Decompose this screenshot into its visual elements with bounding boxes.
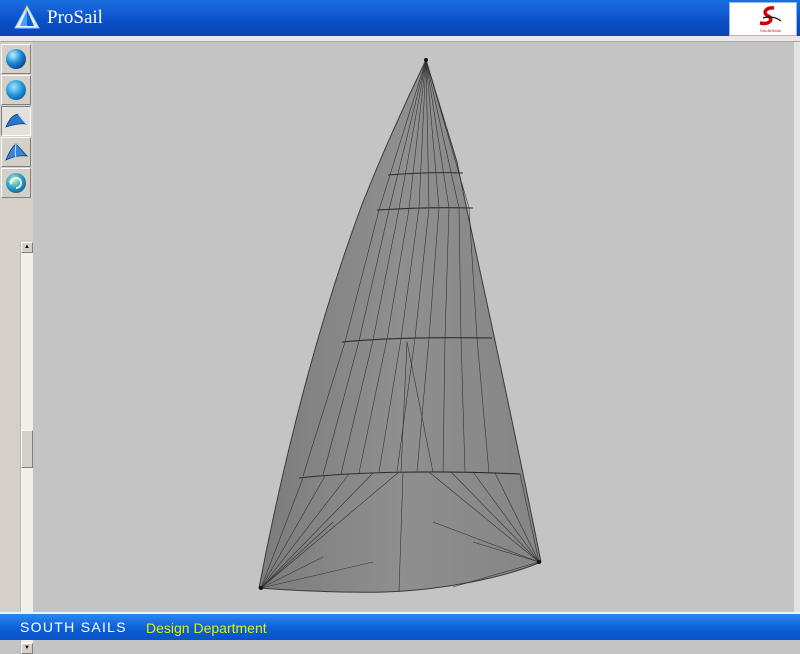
prosail-logo-icon — [14, 4, 40, 29]
sail-view-front-button[interactable] — [1, 106, 31, 136]
sail-model-render — [258, 58, 542, 593]
globe-icon — [6, 49, 26, 69]
scroll-down-arrow-icon[interactable]: ▼ — [21, 643, 33, 654]
view-toolbar: ▲ ▼ — [0, 42, 33, 654]
view-globe-button[interactable] — [1, 44, 31, 74]
sail-panel — [258, 58, 542, 593]
status-department: Design Department — [146, 620, 267, 636]
status-company-name: SOUTH SAILS — [20, 619, 127, 635]
south-sails-logo: SouthSails — [729, 2, 797, 36]
scroll-up-arrow-icon[interactable]: ▲ — [21, 242, 33, 253]
sail-3d-viewport[interactable] — [33, 42, 800, 612]
scroll-thumb[interactable] — [21, 430, 33, 468]
globe-icon — [6, 80, 26, 100]
vertical-scrollbar[interactable]: ▲ ▼ — [20, 242, 33, 654]
view-globe-alt-button[interactable] — [1, 75, 31, 105]
window-title: ProSail — [47, 7, 103, 28]
rotate-globe-icon — [6, 173, 26, 193]
title-bar: ProSail SouthSails — [0, 0, 800, 36]
status-bar: SOUTH SAILS Design Department — [0, 612, 800, 640]
sail-shape-icon — [5, 113, 27, 128]
refresh-view-button[interactable] — [1, 168, 31, 198]
brand-logo-text: SouthSails — [760, 28, 782, 33]
sail-view-side-button[interactable] — [1, 137, 31, 167]
viewport-frame-right — [794, 42, 800, 612]
sail-shape-icon — [5, 143, 28, 161]
